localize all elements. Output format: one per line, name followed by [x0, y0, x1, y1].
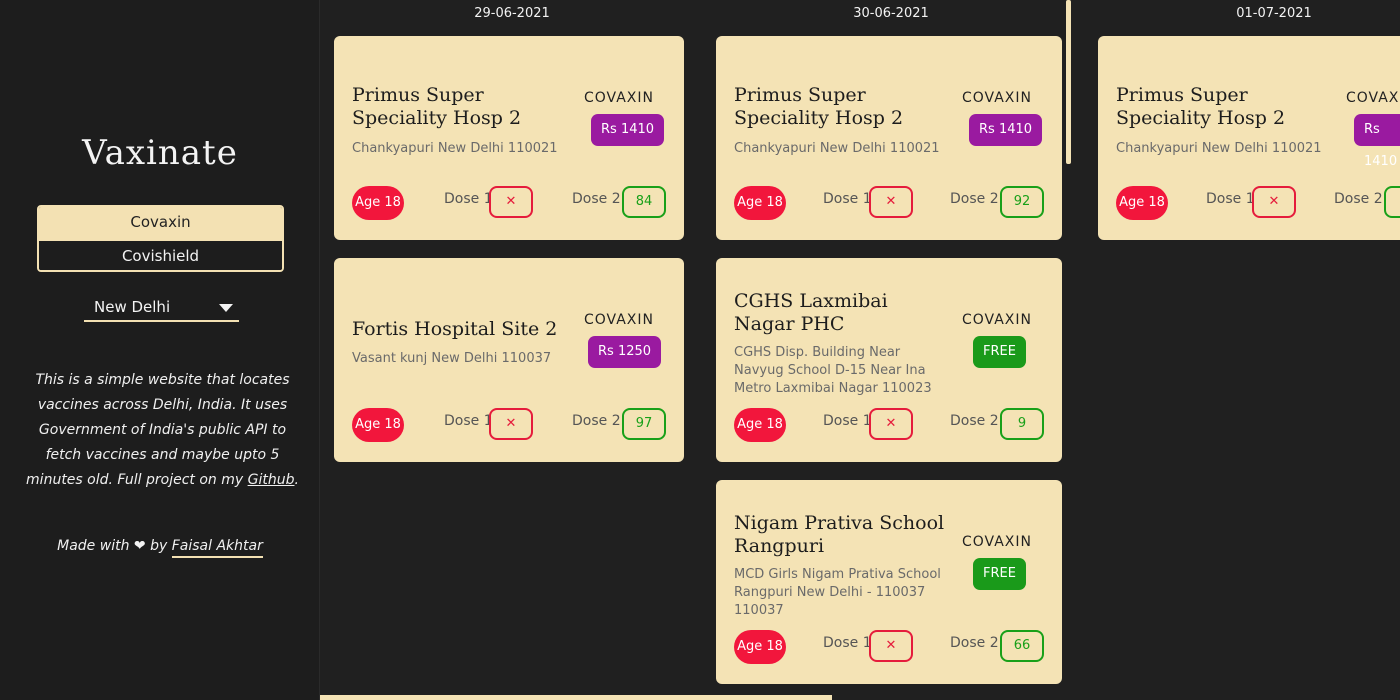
price-badge: Rs 1410 — [969, 114, 1043, 146]
dose2-label: Dose 2 — [1334, 191, 1383, 207]
vaccine-toggle: Covaxin Covishield — [37, 205, 284, 272]
heart-icon: ❤ — [133, 538, 146, 554]
horizontal-scrollbar[interactable] — [320, 695, 832, 700]
center-card[interactable]: Primus Super Speciality Hosp 2 Chankyapu… — [334, 36, 684, 240]
center-card[interactable]: Fortis Hospital Site 2 Vasant kunj New D… — [334, 258, 684, 462]
vaccine-name: COVAXIN — [1346, 90, 1400, 106]
city-select[interactable]: New Delhi — [84, 296, 239, 322]
chevron-down-icon — [219, 304, 233, 312]
dose1-label: Dose 1 — [1206, 191, 1255, 207]
dose1-unavailable: ✕ — [1252, 186, 1296, 218]
vaccine-name: COVAXIN — [962, 312, 1032, 328]
dose1-unavailable: ✕ — [869, 408, 913, 440]
made-with-credit: Made with ❤ by Faisal Akhtar — [0, 538, 320, 558]
center-address: Chankyapuri New Delhi 110021 — [734, 141, 940, 156]
dose2-label: Dose 2 — [950, 413, 999, 429]
date-header-day-1: 29-06-2021 — [474, 6, 550, 21]
dose1-label: Dose 1 — [823, 413, 872, 429]
center-address: Chankyapuri New Delhi 110021 — [1116, 141, 1322, 156]
made-by-label: by — [150, 538, 168, 554]
vaccine-option-covaxin[interactable]: Covaxin — [39, 207, 282, 240]
dose1-label: Dose 1 — [823, 191, 872, 207]
price-badge: Rs 1250 — [588, 336, 662, 368]
dose2-label: Dose 2 — [950, 191, 999, 207]
age-badge: Age 18 — [352, 186, 404, 220]
age-badge: Age 18 — [352, 408, 404, 442]
dose1-label: Dose 1 — [444, 413, 493, 429]
vaccine-name: COVAXIN — [584, 90, 654, 106]
dose2-count: 9 — [1000, 408, 1044, 440]
sidebar: Vaxinate Covaxin Covishield New Delhi Th… — [0, 0, 320, 700]
dose2-count — [1384, 186, 1400, 218]
dose2-label: Dose 2 — [572, 191, 621, 207]
city-select-value: New Delhi — [94, 298, 171, 316]
center-name: CGHS Laxmibai Nagar PHC — [734, 290, 888, 335]
about-text: This is a simple website that locates va… — [25, 368, 300, 493]
dose1-label: Dose 1 — [823, 635, 872, 651]
center-name: Primus Super Speciality Hosp 2 — [352, 84, 522, 129]
center-name: Primus Super Speciality Hosp 2 — [734, 84, 904, 129]
author-link[interactable]: Faisal Akhtar — [171, 538, 263, 558]
github-link[interactable]: Github — [248, 472, 295, 488]
center-card[interactable]: CGHS Laxmibai Nagar PHC CGHS Disp. Build… — [716, 258, 1062, 462]
dose2-count: 84 — [622, 186, 666, 218]
vertical-scrollbar[interactable] — [1066, 0, 1071, 164]
center-name: Fortis Hospital Site 2 — [352, 318, 558, 340]
dose1-unavailable: ✕ — [869, 186, 913, 218]
about-end: . — [294, 472, 299, 488]
dose1-unavailable: ✕ — [489, 408, 533, 440]
center-address: CGHS Disp. Building Near Navyug School D… — [734, 345, 932, 396]
center-address: Vasant kunj New Delhi 110037 — [352, 351, 552, 366]
dose1-unavailable: ✕ — [869, 630, 913, 662]
center-card[interactable]: Nigam Prativa School Rangpuri MCD Girls … — [716, 480, 1062, 684]
center-name: Nigam Prativa School Rangpuri — [734, 512, 945, 557]
app-title: Vaxinate — [82, 133, 238, 173]
price-badge: FREE — [973, 336, 1026, 368]
dose2-count: 66 — [1000, 630, 1044, 662]
vaccine-name: COVAXIN — [962, 534, 1032, 550]
price-badge: FREE — [973, 558, 1026, 590]
price-badge: Rs 1410 — [591, 114, 665, 146]
center-card[interactable]: Primus Super Speciality Hosp 2 Chankyapu… — [1098, 36, 1400, 240]
center-name: Primus Super Speciality Hosp 2 — [1116, 84, 1286, 129]
age-badge: Age 18 — [734, 630, 786, 664]
about-body: This is a simple website that locates va… — [26, 372, 290, 488]
date-header-day-3: 01-07-2021 — [1236, 6, 1312, 21]
vaccine-option-covishield[interactable]: Covishield — [39, 240, 282, 270]
price-badge: Rs 1410 — [1354, 114, 1400, 169]
center-address: Chankyapuri New Delhi 110021 — [352, 141, 558, 156]
vaccine-name: COVAXIN — [584, 312, 654, 328]
made-with-label: Made with — [57, 538, 130, 554]
center-address: MCD Girls Nigam Prativa School Rangpuri … — [734, 567, 941, 618]
age-badge: Age 18 — [1116, 186, 1168, 220]
dose1-label: Dose 1 — [444, 191, 493, 207]
vaccine-name: COVAXIN — [962, 90, 1032, 106]
age-badge: Age 18 — [734, 186, 786, 220]
dose1-unavailable: ✕ — [489, 186, 533, 218]
dose2-label: Dose 2 — [950, 635, 999, 651]
dose2-label: Dose 2 — [572, 413, 621, 429]
center-card[interactable]: Primus Super Speciality Hosp 2 Chankyapu… — [716, 36, 1062, 240]
dose2-count: 92 — [1000, 186, 1044, 218]
age-badge: Age 18 — [734, 408, 786, 442]
date-header-day-2: 30-06-2021 — [853, 6, 929, 21]
dose2-count: 97 — [622, 408, 666, 440]
